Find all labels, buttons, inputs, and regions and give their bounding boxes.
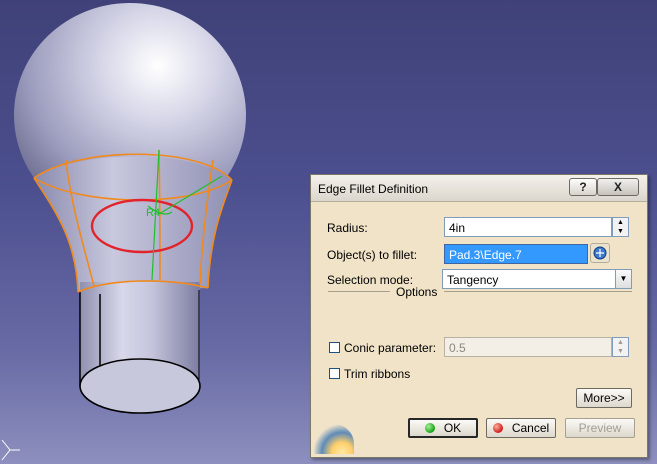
options-divider-right	[444, 291, 632, 292]
ok-status-icon	[424, 423, 435, 433]
radius-input[interactable]: 4in	[444, 217, 612, 237]
selection-mode-select[interactable]: Tangency	[442, 269, 616, 289]
conic-parameter-label: Conic parameter:	[344, 341, 437, 355]
options-group-label: Options	[396, 285, 438, 299]
close-button[interactable]: X	[597, 178, 639, 196]
edge-selection-icon	[593, 246, 607, 260]
dialog-title: Edge Fillet Definition	[318, 182, 429, 196]
cancel-status-icon	[492, 423, 503, 433]
conic-parameter-spinner[interactable]: ▲ ▼	[612, 337, 629, 357]
trim-ribbons-label: Trim ribbons	[344, 367, 411, 381]
cancel-button-label: Cancel	[511, 421, 550, 435]
conic-parameter-input[interactable]: 0.5	[444, 337, 612, 357]
radius-annotation-label: R4	[146, 207, 160, 219]
spin-down-icon[interactable]: ▼	[613, 227, 628, 236]
cancel-button[interactable]: Cancel	[486, 418, 556, 438]
chevron-down-icon[interactable]: ▼	[615, 269, 632, 289]
help-button[interactable]: ?	[569, 178, 597, 196]
objects-to-fillet-label: Object(s) to fillet:	[327, 248, 418, 262]
ok-button[interactable]: OK	[408, 418, 478, 438]
options-divider-left	[328, 291, 390, 292]
radius-spinner[interactable]: ▲ ▼	[612, 217, 629, 237]
spin-up-icon[interactable]: ▲	[613, 338, 628, 347]
spin-up-icon[interactable]: ▲	[613, 218, 628, 227]
ok-button-label: OK	[443, 421, 462, 435]
compass-icon[interactable]	[0, 436, 22, 464]
cylinder-body[interactable]	[79, 282, 201, 414]
dialog-titlebar[interactable]: Edge Fillet Definition ? X	[311, 175, 647, 202]
objects-to-fillet-field[interactable]: Pad.3\Edge.7	[444, 244, 588, 264]
spin-down-icon[interactable]: ▼	[613, 347, 628, 356]
fillet-preview-surface[interactable]	[34, 156, 232, 292]
radius-label: Radius:	[327, 221, 368, 235]
more-button[interactable]: More>>	[576, 388, 632, 408]
preview-button[interactable]: Preview	[565, 418, 635, 438]
edge-selection-button[interactable]	[590, 243, 610, 263]
conic-parameter-checkbox[interactable]	[329, 342, 340, 353]
trim-ribbons-checkbox[interactable]	[329, 368, 340, 379]
